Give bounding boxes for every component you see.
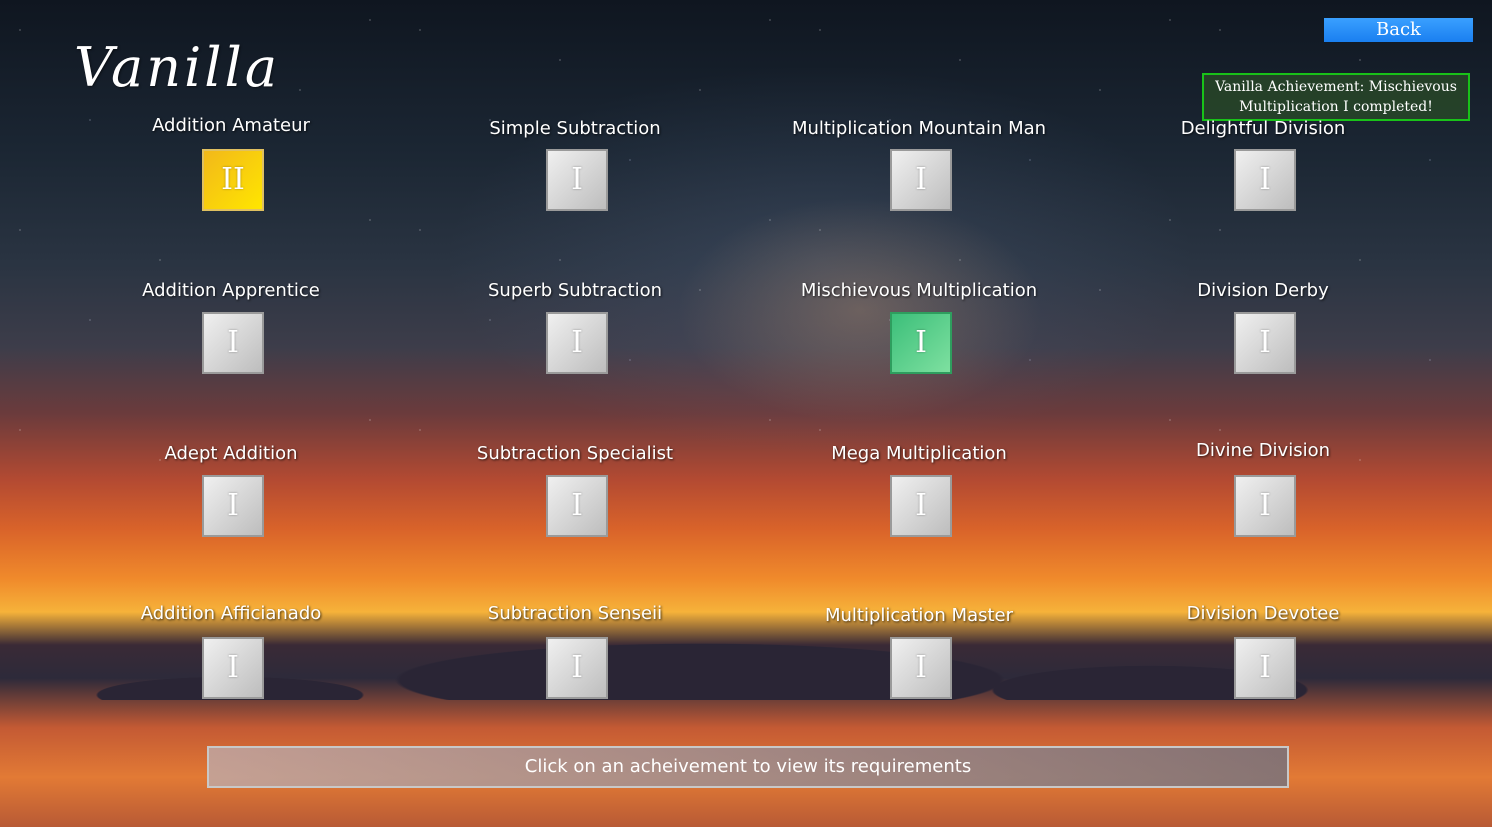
achievement-adept-addition[interactable]: Adept Addition I [61,443,401,553]
achievement-subtraction-specialist[interactable]: Subtraction Specialist I [405,443,745,553]
achievement-label: Addition Apprentice [142,280,320,301]
achievement-multiplication-mountain-man[interactable]: Multiplication Mountain Man I [749,118,1089,228]
achievement-division-devotee[interactable]: Division Devotee I [1093,603,1433,713]
tier-badge[interactable]: I [546,149,608,211]
achievement-label: Mega Multiplication [831,443,1007,464]
achievement-simple-subtraction[interactable]: Simple Subtraction I [405,118,745,228]
tier-badge[interactable]: I [1234,149,1296,211]
achievement-label: Subtraction Senseii [487,603,663,624]
achievement-label: Multiplication Mountain Man [791,118,1047,139]
tier-badge[interactable]: I [546,312,608,374]
achievement-label: Multiplication Master [824,605,1014,626]
achievement-superb-subtraction[interactable]: Superb Subtraction I [405,280,745,390]
achievement-label: Divine Division [1195,440,1331,461]
achievement-label: Division Derby [1197,280,1329,301]
tier-badge[interactable]: I [1234,475,1296,537]
tier-badge[interactable]: I [546,637,608,699]
achievement-addition-afficianado[interactable]: Addition Afficianado I [61,603,401,713]
tier-badge[interactable]: I [890,475,952,537]
tier-badge[interactable]: I [1234,637,1296,699]
achievement-label: Adept Addition [164,443,298,464]
tier-badge[interactable]: I [546,475,608,537]
achievement-divine-division[interactable]: Divine Division I [1093,440,1433,550]
tier-badge[interactable]: I [202,312,264,374]
achievement-label: Delightful Division [1180,118,1346,139]
tier-badge[interactable]: II [202,149,264,211]
tier-badge[interactable]: I [890,312,952,374]
tier-badge[interactable]: I [890,637,952,699]
achievement-label: Simple Subtraction [489,118,661,139]
tier-badge[interactable]: I [1234,312,1296,374]
achievement-subtraction-senseii[interactable]: Subtraction Senseii I [405,603,745,713]
achievement-addition-apprentice[interactable]: Addition Apprentice I [61,280,401,390]
achievement-label: Mischievous Multiplication [800,280,1038,301]
tier-badge[interactable]: I [890,149,952,211]
achievement-label: Division Devotee [1186,603,1340,624]
tier-badge[interactable]: I [202,637,264,699]
tier-badge[interactable]: I [202,475,264,537]
achievement-label: Addition Amateur [152,115,310,136]
achievement-label: Subtraction Specialist [476,443,674,464]
achievement-label: Addition Afficianado [140,603,322,624]
requirements-hint-bar: Click on an acheivement to view its requ… [207,746,1289,788]
achievement-division-derby[interactable]: Division Derby I [1093,280,1433,390]
achievement-delightful-division[interactable]: Delightful Division I [1093,118,1433,228]
achievement-mega-multiplication[interactable]: Mega Multiplication I [749,443,1089,553]
achievement-addition-amateur[interactable]: Addition Amateur II [61,115,401,225]
achievement-multiplication-master[interactable]: Multiplication Master I [749,605,1089,715]
achievement-label: Superb Subtraction [487,280,662,301]
achievement-mischievous-multiplication[interactable]: Mischievous Multiplication I [749,280,1089,390]
achievement-grid: Addition Amateur II Simple Subtraction I… [0,0,1492,827]
